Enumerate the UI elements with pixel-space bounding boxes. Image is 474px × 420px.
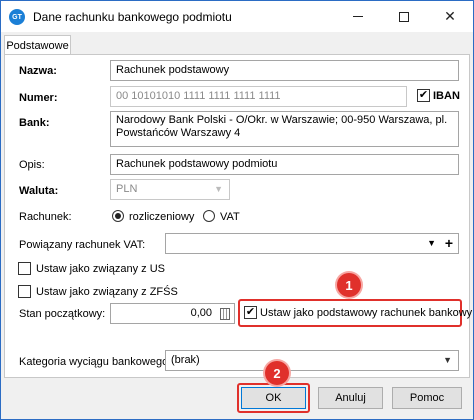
kategoria-value: (brak) <box>171 354 200 366</box>
vat-account-label: Powiązany rachunek VAT: <box>19 239 146 251</box>
bank-textarea[interactable]: Narodowy Bank Polski - O/Okr. w Warszawi… <box>110 111 459 147</box>
minimize-button[interactable] <box>335 1 381 32</box>
window-title: Dane rachunku bankowego podmiotu <box>33 10 232 24</box>
tab-podstawowe[interactable]: Podstawowe <box>4 35 71 55</box>
check-icon: ✔ <box>418 89 429 101</box>
stan-input[interactable]: 0,00 <box>110 303 235 324</box>
opis-input[interactable]: Rachunek podstawowy podmiotu <box>110 154 459 175</box>
waluta-label: Waluta: <box>19 185 59 197</box>
vat-account-dropdown[interactable]: ▼ + <box>165 233 459 254</box>
chevron-down-icon: ▼ <box>443 355 452 365</box>
annotation-badge-2: 2 <box>265 361 289 385</box>
waluta-value: PLN <box>116 183 138 195</box>
kategoria-dropdown[interactable]: (brak) ▼ <box>165 350 459 371</box>
waluta-dropdown[interactable]: PLN ▼ <box>110 179 230 200</box>
radio-vat-label: VAT <box>220 211 240 223</box>
calculator-icon[interactable] <box>220 308 230 320</box>
app-logo-icon: GT <box>9 9 25 25</box>
numer-input[interactable]: 00 10101010 1111 1111 1111 1111 <box>110 86 407 107</box>
maximize-button[interactable] <box>381 1 427 32</box>
radio-rozliczeniowy[interactable] <box>112 210 124 222</box>
kategoria-label: Kategoria wyciągu bankowego: <box>19 356 172 368</box>
maximize-icon <box>399 11 409 22</box>
radio-vat[interactable] <box>203 210 215 222</box>
cancel-button[interactable]: Anuluj <box>318 387 383 409</box>
numer-label: Numer: <box>19 92 58 104</box>
ustaw-zfss-checkbox[interactable] <box>18 285 31 298</box>
iban-label: IBAN <box>433 90 460 102</box>
minimize-icon <box>353 16 363 17</box>
ustaw-us-label: Ustaw jako związany z US <box>36 263 165 275</box>
ustaw-us-checkbox[interactable] <box>18 262 31 275</box>
title-bar: GT Dane rachunku bankowego podmiotu ✕ <box>1 1 473 32</box>
ustaw-zfss-label: Ustaw jako związany z ZFŚS <box>36 286 178 298</box>
ustaw-podstawowy-checkbox[interactable]: ✔ <box>244 306 257 319</box>
radio-rozliczeniowy-label: rozliczeniowy <box>129 211 195 223</box>
stan-label: Stan początkowy: <box>19 308 106 320</box>
chevron-down-icon: ▼ <box>214 184 223 194</box>
chevron-down-icon: ▼ <box>427 238 436 248</box>
close-button[interactable]: ✕ <box>427 1 473 32</box>
help-button[interactable]: Pomoc <box>392 387 462 409</box>
check-icon: ✔ <box>245 306 256 318</box>
ustaw-podstawowy-label: Ustaw jako podstawowy rachunek bankowy <box>260 307 473 319</box>
close-icon: ✕ <box>444 8 456 24</box>
annotation-badge-1: 1 <box>337 273 361 297</box>
bank-label: Bank: <box>19 117 50 129</box>
opis-label: Opis: <box>19 159 45 171</box>
nazwa-input[interactable]: Rachunek podstawowy <box>110 60 459 81</box>
dialog-window: GT Dane rachunku bankowego podmiotu ✕ Po… <box>0 0 474 420</box>
nazwa-label: Nazwa: <box>19 65 57 77</box>
plus-icon[interactable]: + <box>445 235 453 251</box>
rachunek-label: Rachunek: <box>19 211 72 223</box>
iban-checkbox[interactable]: ✔ <box>417 89 430 102</box>
ok-button[interactable]: OK <box>241 387 306 409</box>
